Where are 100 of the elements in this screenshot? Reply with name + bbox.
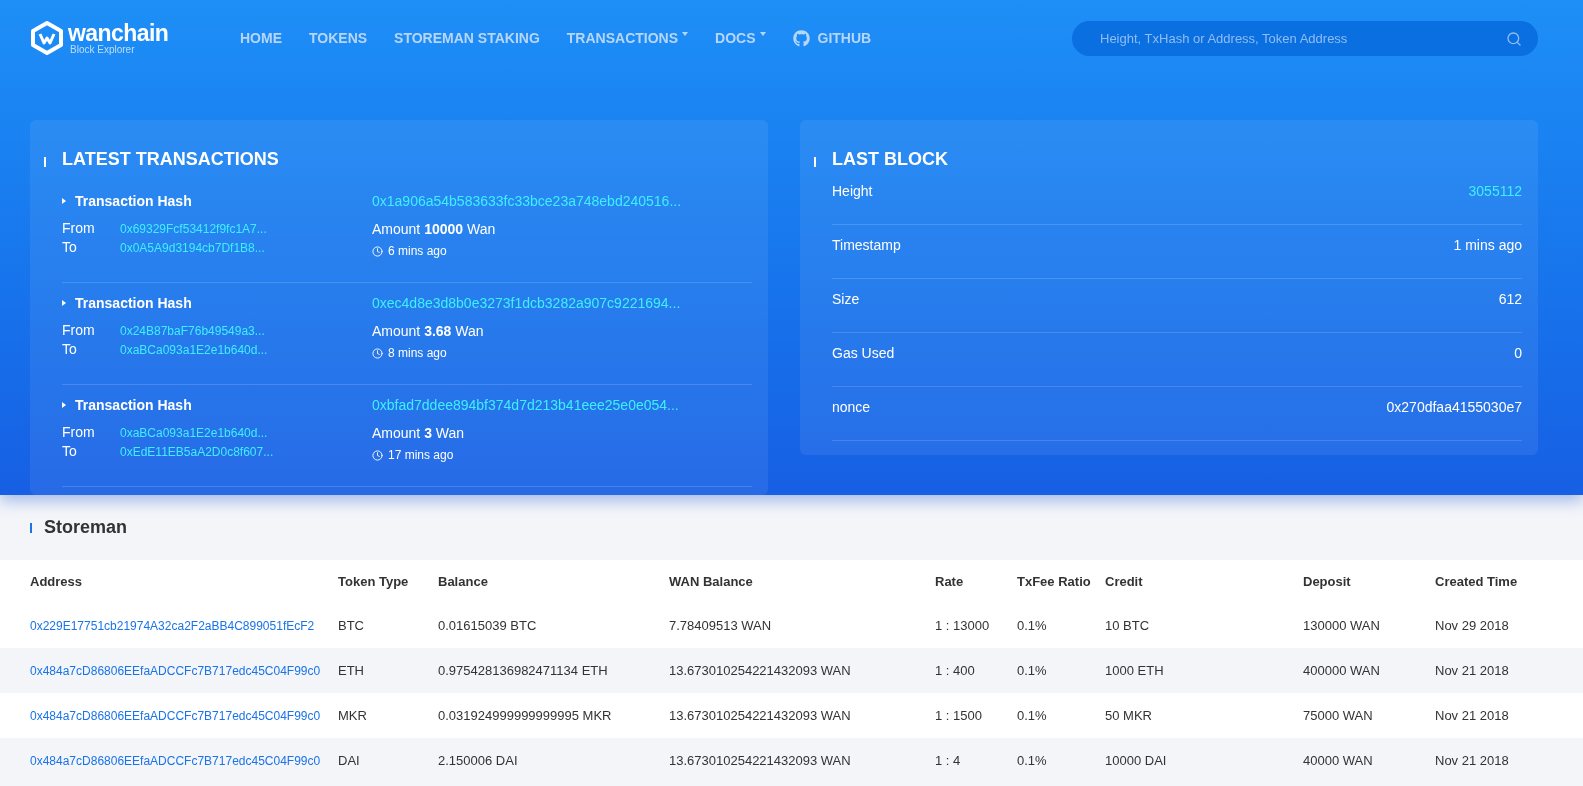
column-header: Balance (438, 572, 489, 591)
caret-icon (759, 32, 766, 36)
table-cell-text: 13.673010254221432093 WAN (669, 706, 852, 725)
transaction-hash-link[interactable]: 0x1a906a54b583633fc33bce23a748ebd240516... (372, 191, 682, 211)
table-cell-text: 0.01615039 BTC (438, 616, 538, 635)
table-cell-text: 0.1% (1017, 751, 1048, 770)
nav-link[interactable]: TRANSACTIONS (566, 27, 689, 49)
address-link[interactable]: 0xaBCa093a1E2e1b640d... (120, 423, 268, 442)
time-text: 6 mins ago (388, 243, 447, 260)
table-cell-text: 1 : 400 (935, 661, 976, 680)
table-cell-text: 1 : 1500 (935, 706, 983, 725)
table-cell-text: DAI (338, 751, 361, 770)
table-cell-text: 0.031924999999999995 MKR (438, 706, 613, 725)
nav-link[interactable]: DOCS (715, 27, 766, 49)
nav-link[interactable]: GITHUB (792, 27, 872, 49)
card-title: LATEST TRANSACTIONS (62, 148, 279, 171)
clock-icon (372, 347, 383, 359)
logo-icon (30, 21, 64, 55)
table-cell-text: 40000 WAN (1303, 751, 1374, 770)
to-label: To (62, 442, 78, 461)
to-label: To (62, 238, 78, 257)
transaction-hash-link[interactable]: 0xbfad7ddee894bf374d7d213b41eee25e0e054... (372, 395, 679, 415)
address-link[interactable]: 0x484a7cD86806EEfaADCCFc7B717edc45C04F99c0 (30, 751, 338, 770)
field-label: Size (832, 290, 860, 309)
table-cell-text: 10 BTC (1105, 616, 1151, 635)
address-link[interactable]: 0x484a7cD86806EEfaADCCFc7B717edc45C04F99c0 (30, 661, 338, 680)
address-link[interactable]: 0xEdE11EB5aA2D0c8f607... (120, 442, 274, 461)
hash-label: Transaction Hash (75, 395, 192, 415)
time-text: 8 mins ago (388, 345, 447, 362)
address-link[interactable]: 0x0A5A9d3194cb7Df1B8... (120, 238, 265, 257)
to-label: To (62, 340, 78, 359)
from-label: From (62, 423, 96, 442)
brand-name: wanchain (68, 21, 169, 45)
card-title: LAST BLOCK (832, 148, 948, 171)
table-cell-text: 1 : 13000 (935, 616, 991, 635)
table-cell-text: 13.673010254221432093 WAN (669, 661, 852, 680)
address-link[interactable]: 0x484a7cD86806EEfaADCCFc7B717edc45C04F99c0 (30, 706, 338, 725)
field-label: Height (832, 182, 873, 201)
amount-text: Amount 3.68 Wan (372, 322, 485, 341)
address-link[interactable]: 0x69329Fcf53412f9fc1A7... (120, 219, 267, 238)
column-header: WAN Balance (669, 572, 754, 591)
field-value: 0x270dfaa4155030e7 (1386, 398, 1522, 417)
field-value: 1 mins ago (1453, 236, 1522, 255)
clock-icon (372, 245, 383, 257)
field-label: Timestamp (832, 236, 901, 255)
time-text: 17 mins ago (388, 447, 454, 464)
table-cell-text: 130000 WAN (1303, 616, 1381, 635)
title-marker (814, 156, 816, 167)
amount-text: Amount 10000 Wan (372, 220, 497, 239)
table-cell-text: 0.1% (1017, 616, 1048, 635)
column-header: TxFee Ratio (1017, 572, 1092, 591)
table-cell-text: Nov 21 2018 (1435, 751, 1510, 770)
column-header: Deposit (1303, 572, 1352, 591)
table-cell-text: 13.673010254221432093 WAN (669, 751, 852, 770)
amount-text: Amount 3 Wan (372, 424, 466, 443)
brand-subtitle: Block Explorer (70, 44, 136, 55)
search-icon[interactable] (1506, 30, 1522, 47)
table-cell-text: MKR (338, 706, 368, 725)
nav-link[interactable]: HOME (240, 27, 282, 49)
address-link[interactable]: 0x229E17751cb21974A32ca2F2aBB4C899051fEcF2 (30, 616, 338, 635)
caret-icon (62, 402, 66, 408)
table-cell-text: Nov 21 2018 (1435, 661, 1510, 680)
table-cell-text: 0.975428136982471134 ETH (438, 661, 609, 680)
field-value: 0 (1514, 344, 1522, 363)
table-cell-text: 10000 DAI (1105, 751, 1168, 770)
table-cell-text: 75000 WAN (1303, 706, 1374, 725)
hash-label: Transaction Hash (75, 191, 192, 211)
table-cell-text: 7.78409513 WAN (669, 616, 773, 635)
block-height-link[interactable]: 3055112 (1468, 181, 1522, 202)
table-cell-text: Nov 21 2018 (1435, 706, 1510, 725)
github-icon (792, 29, 810, 47)
table-cell-text: 1 : 4 (935, 751, 962, 770)
field-label: Gas Used (832, 344, 895, 363)
table-cell-text: Nov 29 2018 (1435, 616, 1510, 635)
clock-icon (372, 449, 383, 461)
nav-link[interactable]: TOKENS (309, 27, 368, 49)
table-cell-text: 1000 ETH (1105, 661, 1165, 680)
address-link[interactable]: 0xaBCa093a1E2e1b640d... (120, 340, 268, 359)
address-link[interactable]: 0x24B87baF76b49549a3... (120, 321, 265, 340)
title-marker (30, 522, 32, 533)
hash-label: Transaction Hash (75, 293, 192, 313)
search-field[interactable]: Height, TxHash or Address, Token Address (1072, 20, 1538, 56)
table-cell-text: ETH (338, 661, 365, 680)
table-cell-text: 2.150006 DAI (438, 751, 519, 770)
section-title: Storeman (44, 516, 128, 539)
table-cell-text: 50 MKR (1105, 706, 1153, 725)
column-header: Address (30, 572, 84, 591)
column-header: Created Time (1435, 572, 1519, 591)
column-header: Rate (935, 572, 965, 591)
title-marker (44, 156, 46, 167)
field-label: nonce (832, 398, 871, 417)
caret-icon (62, 300, 66, 306)
nav-link[interactable]: STOREMAN STAKING (394, 27, 540, 49)
caret-icon (62, 198, 66, 204)
column-header: Token Type (338, 572, 410, 591)
table-cell-text: 0.1% (1017, 706, 1048, 725)
table-cell-text: 400000 WAN (1303, 661, 1381, 680)
field-value: 612 (1498, 290, 1522, 309)
transaction-hash-link[interactable]: 0xec4d8e3d8b0e3273f1dcb3282a907c9221694... (372, 293, 681, 313)
from-label: From (62, 321, 96, 340)
